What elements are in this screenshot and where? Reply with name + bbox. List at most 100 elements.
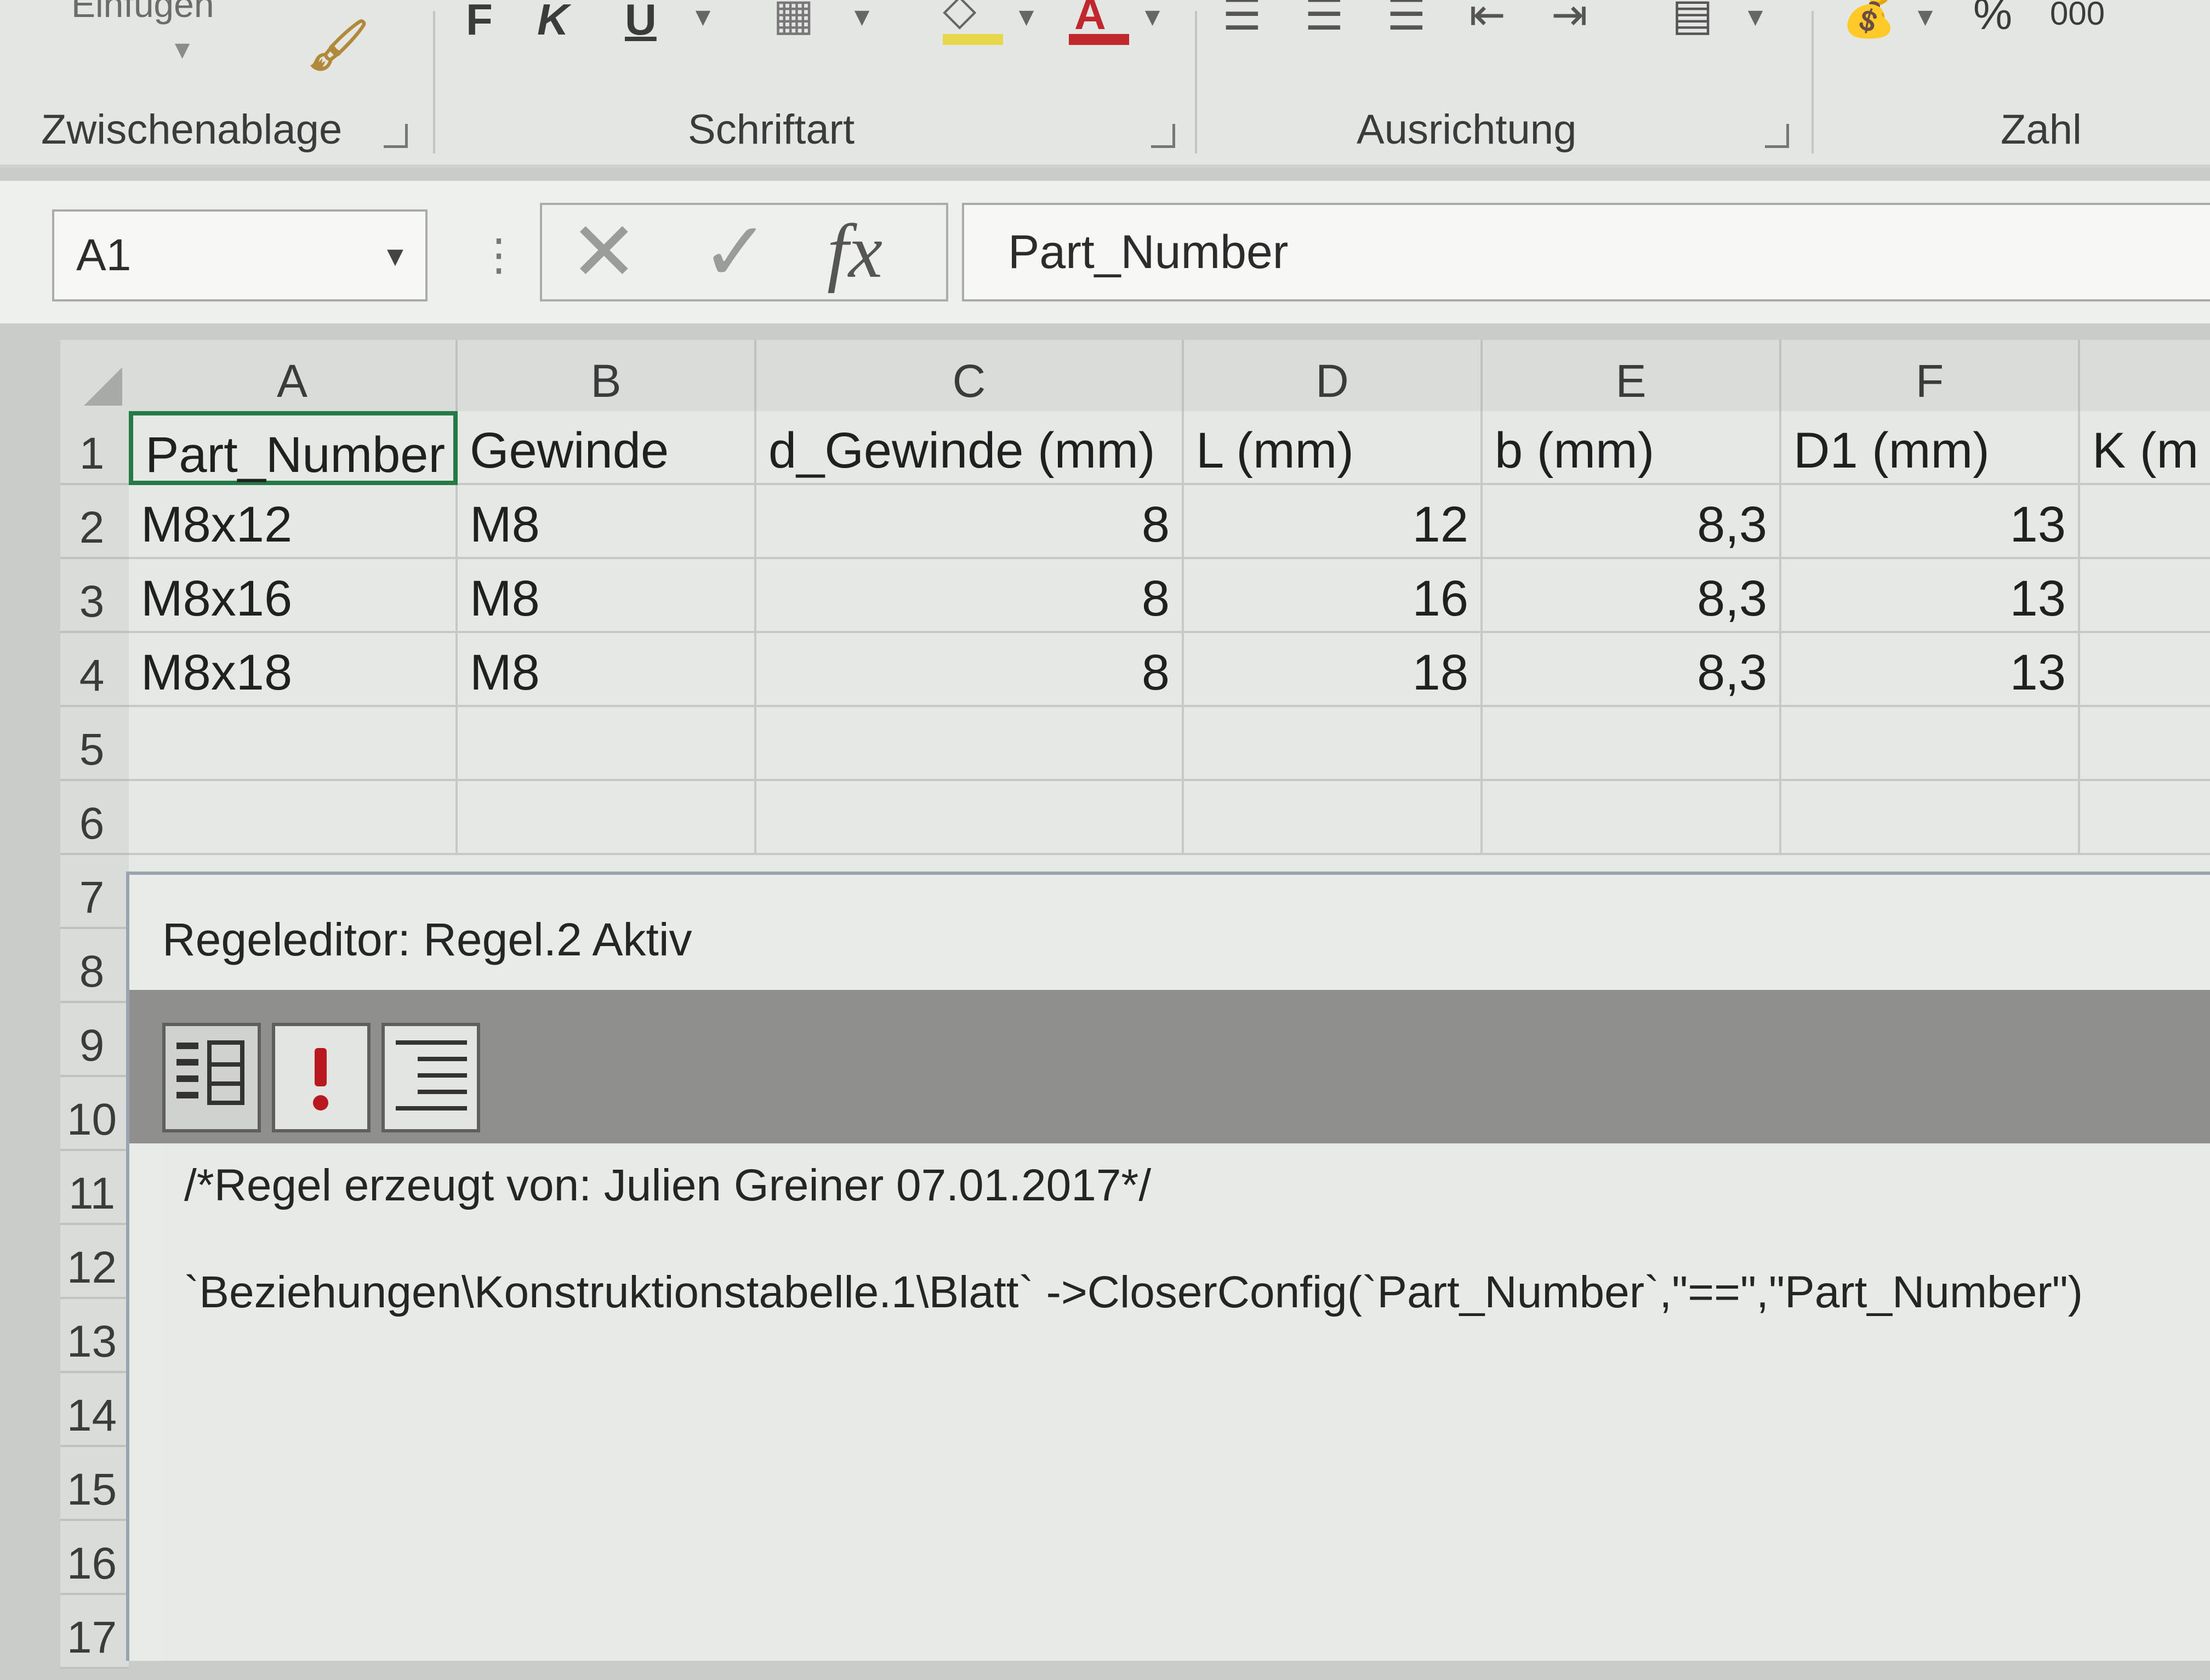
increase-indent-icon[interactable]: ⇥ xyxy=(1551,0,1588,40)
data-cell[interactable]: 13 xyxy=(1781,559,2080,633)
empty-cell[interactable] xyxy=(2080,707,2210,781)
row-header-6[interactable]: 6 xyxy=(60,781,129,855)
column-header-partial[interactable] xyxy=(2080,340,2210,411)
column-header-c[interactable]: C xyxy=(756,340,1184,411)
header-cell[interactable]: K (m xyxy=(2080,411,2210,485)
row-header-10[interactable]: 10 xyxy=(60,1077,129,1151)
chevron-down-icon[interactable]: ▾ xyxy=(855,0,869,32)
data-cell[interactable]: 13 xyxy=(1781,633,2080,707)
rule-text-editor[interactable]: /*Regel erzeugt von: Julien Greiner 07.0… xyxy=(162,1143,2210,1661)
alignment-dialog-launcher-icon[interactable] xyxy=(1765,124,1789,148)
header-cell[interactable]: b (mm) xyxy=(1483,411,1781,485)
column-header-a[interactable]: A xyxy=(129,340,458,411)
column-header-b[interactable]: B xyxy=(458,340,756,411)
chevron-down-icon[interactable]: ▾ xyxy=(1748,0,1762,32)
row-header-15[interactable]: 15 xyxy=(60,1447,129,1521)
empty-cell[interactable] xyxy=(129,707,458,781)
data-cell[interactable]: 13 xyxy=(1781,485,2080,559)
row-header-8[interactable]: 8 xyxy=(60,929,129,1003)
empty-cell[interactable] xyxy=(2080,781,2210,855)
row-header-4[interactable]: 4 xyxy=(60,633,129,707)
insert-function-icon[interactable]: fx xyxy=(827,205,882,298)
empty-cell[interactable] xyxy=(2080,633,2210,707)
data-cell[interactable]: 18 xyxy=(1184,633,1483,707)
paste-label[interactable]: Einfügen xyxy=(71,0,214,25)
data-cell[interactable]: 8 xyxy=(756,559,1184,633)
empty-cell[interactable] xyxy=(458,707,756,781)
decrease-indent-icon[interactable]: ⇤ xyxy=(1469,0,1506,40)
row-header-17[interactable]: 17 xyxy=(60,1595,129,1669)
merge-center-icon[interactable]: ▤ xyxy=(1672,0,1713,40)
percent-style-button[interactable]: % xyxy=(1973,0,2012,39)
align-right-icon[interactable]: ☰ xyxy=(1387,0,1426,40)
chevron-down-icon[interactable]: ▾ xyxy=(1019,0,1033,32)
column-header-e[interactable]: E xyxy=(1483,340,1781,411)
confirm-icon[interactable]: ✓ xyxy=(701,205,770,298)
column-header-d[interactable]: D xyxy=(1184,340,1483,411)
data-cell[interactable]: 12 xyxy=(1184,485,1483,559)
clipboard-dialog-launcher-icon[interactable] xyxy=(384,124,408,148)
data-cell[interactable]: M8x16 xyxy=(129,559,458,633)
accounting-format-icon[interactable]: 💰 xyxy=(1842,0,1896,41)
empty-cell[interactable] xyxy=(1483,781,1781,855)
chevron-down-icon[interactable]: ▾ xyxy=(1918,0,1932,32)
empty-cell[interactable] xyxy=(129,781,458,855)
empty-cell[interactable] xyxy=(756,707,1184,781)
data-cell[interactable]: 8,3 xyxy=(1483,633,1781,707)
row-header-3[interactable]: 3 xyxy=(60,559,129,633)
header-cell[interactable]: L (mm) xyxy=(1184,411,1483,485)
chevron-down-icon[interactable]: ▾ xyxy=(696,0,710,32)
chevron-down-icon[interactable]: ▾ xyxy=(175,33,189,65)
empty-cell[interactable] xyxy=(1184,781,1483,855)
chevron-down-icon[interactable]: ▾ xyxy=(387,212,403,299)
italic-button[interactable]: K xyxy=(537,0,569,45)
row-header-9[interactable]: 9 xyxy=(60,1003,129,1077)
data-cell[interactable]: 8 xyxy=(756,485,1184,559)
empty-cell[interactable] xyxy=(1184,707,1483,781)
row-header-14[interactable]: 14 xyxy=(60,1373,129,1447)
empty-cell[interactable] xyxy=(2080,485,2210,559)
data-cell[interactable]: M8 xyxy=(458,485,756,559)
cancel-icon[interactable]: ✕ xyxy=(569,205,639,298)
format-painter-icon[interactable]: 🖌 xyxy=(307,16,369,74)
data-cell[interactable]: M8x12 xyxy=(129,485,458,559)
data-cell[interactable]: M8x18 xyxy=(129,633,458,707)
bold-button[interactable]: F xyxy=(466,0,493,45)
underline-button[interactable]: U xyxy=(625,0,657,45)
formula-input[interactable]: Part_Number xyxy=(962,203,2210,301)
empty-cell[interactable] xyxy=(2080,559,2210,633)
row-header-11[interactable]: 11 xyxy=(60,1151,129,1225)
select-all-button[interactable] xyxy=(60,340,129,411)
row-header-5[interactable]: 5 xyxy=(60,707,129,781)
row-header-7[interactable]: 7 xyxy=(60,855,129,929)
data-cell[interactable]: 16 xyxy=(1184,559,1483,633)
format-text-button[interactable] xyxy=(381,1023,480,1132)
row-header-1[interactable]: 1 xyxy=(60,411,129,485)
border-icon[interactable]: ▦ xyxy=(773,0,814,40)
thousands-separator-button[interactable]: 000 xyxy=(2050,0,2105,32)
column-header-f[interactable]: F xyxy=(1781,340,2080,411)
fill-color-icon[interactable]: ◇ xyxy=(943,0,977,35)
empty-cell[interactable] xyxy=(756,781,1184,855)
more-options-icon[interactable]: ⋮ xyxy=(477,214,521,296)
align-left-icon[interactable]: ☰ xyxy=(1222,0,1262,40)
data-cell[interactable]: 8,3 xyxy=(1483,559,1781,633)
data-cell[interactable]: M8 xyxy=(458,633,756,707)
check-syntax-button[interactable] xyxy=(272,1023,371,1132)
header-cell[interactable]: Gewinde xyxy=(458,411,756,485)
row-header-16[interactable]: 16 xyxy=(60,1521,129,1595)
properties-tree-button[interactable] xyxy=(162,1023,261,1132)
empty-cell[interactable] xyxy=(1781,707,2080,781)
data-cell[interactable]: M8 xyxy=(458,559,756,633)
empty-cell[interactable] xyxy=(1483,707,1781,781)
empty-cell[interactable] xyxy=(458,781,756,855)
font-dialog-launcher-icon[interactable] xyxy=(1151,124,1175,148)
header-cell[interactable]: d_Gewinde (mm) xyxy=(756,411,1184,485)
data-cell[interactable]: 8,3 xyxy=(1483,485,1781,559)
header-cell[interactable]: D1 (mm) xyxy=(1781,411,2080,485)
row-header-2[interactable]: 2 xyxy=(60,485,129,559)
empty-cell[interactable] xyxy=(1781,781,2080,855)
align-center-icon[interactable]: ☰ xyxy=(1305,0,1344,40)
data-cell[interactable]: 8 xyxy=(756,633,1184,707)
row-header-13[interactable]: 13 xyxy=(60,1299,129,1373)
